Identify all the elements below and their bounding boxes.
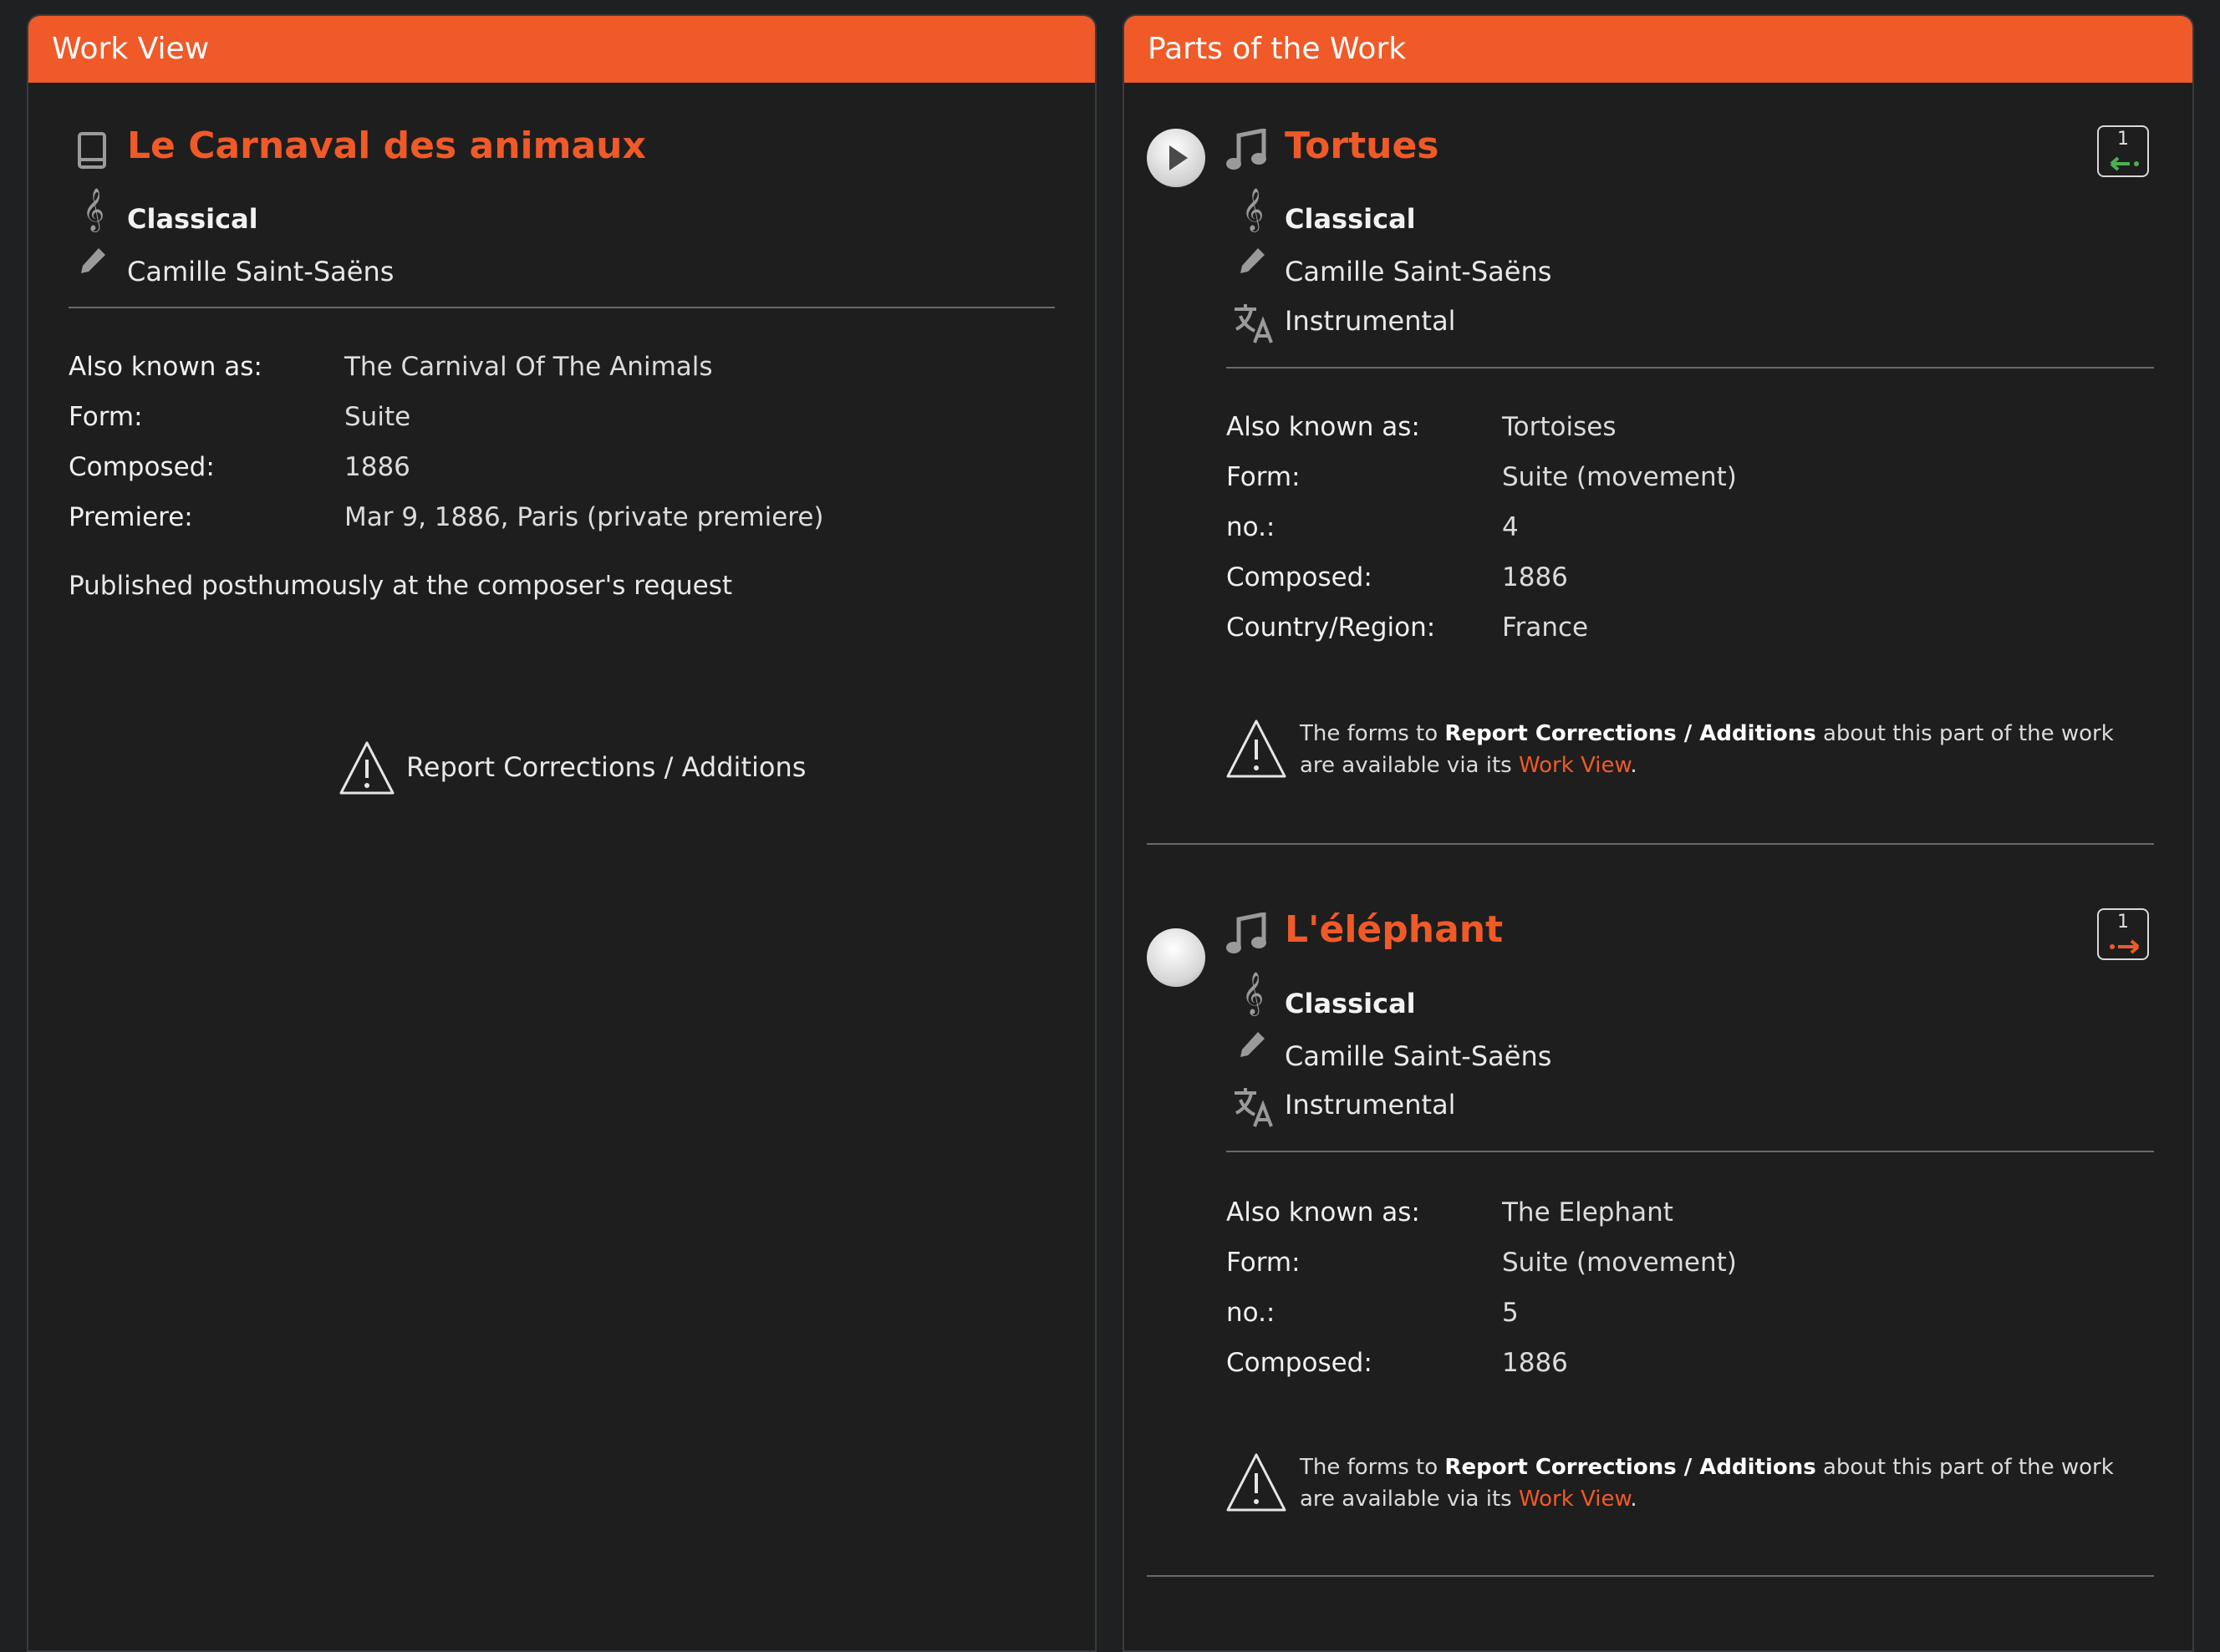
composer-link[interactable]: Camille Saint-Saëns <box>1285 256 1551 287</box>
parts-panel: Parts of the Work Tortues 1 𝄞 Classical … <box>1123 14 2194 1652</box>
treble-clef-icon: 𝄞 <box>1241 187 1264 231</box>
play-button[interactable] <box>1147 129 1205 187</box>
treble-clef-icon: 𝄞 <box>1241 971 1264 1014</box>
part-link-badge[interactable]: 1 <box>2097 908 2149 960</box>
field-label: no.: <box>1226 512 1275 542</box>
book-icon <box>75 130 109 171</box>
badge-count: 1 <box>2117 129 2129 150</box>
work-view-header: Work View <box>28 16 1095 83</box>
language-label[interactable]: Instrumental <box>1285 305 1456 337</box>
language-label[interactable]: Instrumental <box>1285 1089 1456 1121</box>
warning-icon <box>1225 718 1288 780</box>
music-note-icon <box>1225 912 1268 957</box>
field-label: Composed: <box>1226 562 1372 592</box>
part-link-badge[interactable]: 1 <box>2097 125 2149 177</box>
report-corrections-link[interactable]: Report Corrections / Additions <box>406 751 806 783</box>
part-title[interactable]: Tortues <box>1285 125 1439 167</box>
field-value: Tortoises <box>1502 412 1617 442</box>
field-value: Suite (movement) <box>1502 1248 1737 1278</box>
field-value: The Carnival Of The Animals <box>344 352 713 382</box>
field-value[interactable]: Suite <box>344 402 410 432</box>
work-view-link[interactable]: Work View <box>1519 1487 1630 1512</box>
field-value: The Elephant <box>1502 1197 1673 1228</box>
arrow-back-icon <box>2110 156 2139 171</box>
field-label: Form: <box>1226 1248 1301 1278</box>
field-label: Form: <box>69 402 143 432</box>
pencil-icon <box>1236 1027 1270 1060</box>
treble-clef-icon: 𝄞 <box>82 187 104 231</box>
genre-label[interactable]: Classical <box>1285 988 1416 1019</box>
music-note-icon <box>1225 128 1268 173</box>
field-value: 4 <box>1502 512 1519 542</box>
play-button[interactable] <box>1147 928 1205 987</box>
field-label: Country/Region: <box>1226 613 1436 643</box>
parts-header: Parts of the Work <box>1124 16 2192 83</box>
genre-label[interactable]: Classical <box>1285 203 1416 235</box>
part-separator <box>1147 843 2154 845</box>
warning-icon <box>338 740 396 796</box>
work-title[interactable]: Le Carnaval des animaux <box>127 125 646 167</box>
field-value[interactable]: France <box>1502 613 1588 643</box>
translate-icon <box>1231 300 1276 345</box>
divider <box>1226 1151 2154 1152</box>
pencil-icon <box>1236 243 1270 277</box>
field-value: Suite (movement) <box>1502 462 1737 492</box>
field-label: Composed: <box>1226 1348 1372 1378</box>
field-value: 1886 <box>1502 1348 1568 1378</box>
badge-count: 1 <box>2117 912 2129 933</box>
field-label: Also known as: <box>1226 1197 1420 1228</box>
field-value: 1886 <box>1502 562 1568 592</box>
work-view-panel: Work View Le Carnaval des animaux 𝄞 Clas… <box>27 14 1097 1652</box>
translate-icon <box>1231 1084 1276 1129</box>
field-label: Form: <box>1226 462 1301 492</box>
divider <box>69 307 1055 308</box>
field-label: Composed: <box>69 452 215 482</box>
pencil-icon <box>77 243 110 277</box>
part-separator <box>1147 1575 2154 1577</box>
arrow-forward-icon <box>2110 939 2140 954</box>
field-value: 1886 <box>344 452 410 482</box>
field-label: no.: <box>1226 1298 1275 1328</box>
divider <box>1226 367 2154 369</box>
composer-link[interactable]: Camille Saint-Saëns <box>1285 1040 1551 1072</box>
field-label: Premiere: <box>69 502 193 532</box>
genre-label[interactable]: Classical <box>127 203 258 235</box>
corrections-notice: The forms to Report Corrections / Additi… <box>1300 1455 2114 1512</box>
work-view-link[interactable]: Work View <box>1519 753 1630 778</box>
part-title[interactable]: L'éléphant <box>1285 908 1503 951</box>
field-label: Also known as: <box>1226 412 1420 442</box>
field-value: Mar 9, 1886, Paris (private premiere) <box>344 502 824 532</box>
field-value: 5 <box>1502 1298 1519 1328</box>
field-label: Also known as: <box>69 352 262 382</box>
corrections-notice: The forms to Report Corrections / Additi… <box>1300 721 2114 778</box>
work-note: Published posthumously at the composer's… <box>69 571 733 601</box>
composer-link[interactable]: Camille Saint-Saëns <box>127 256 394 287</box>
warning-icon <box>1225 1451 1288 1513</box>
